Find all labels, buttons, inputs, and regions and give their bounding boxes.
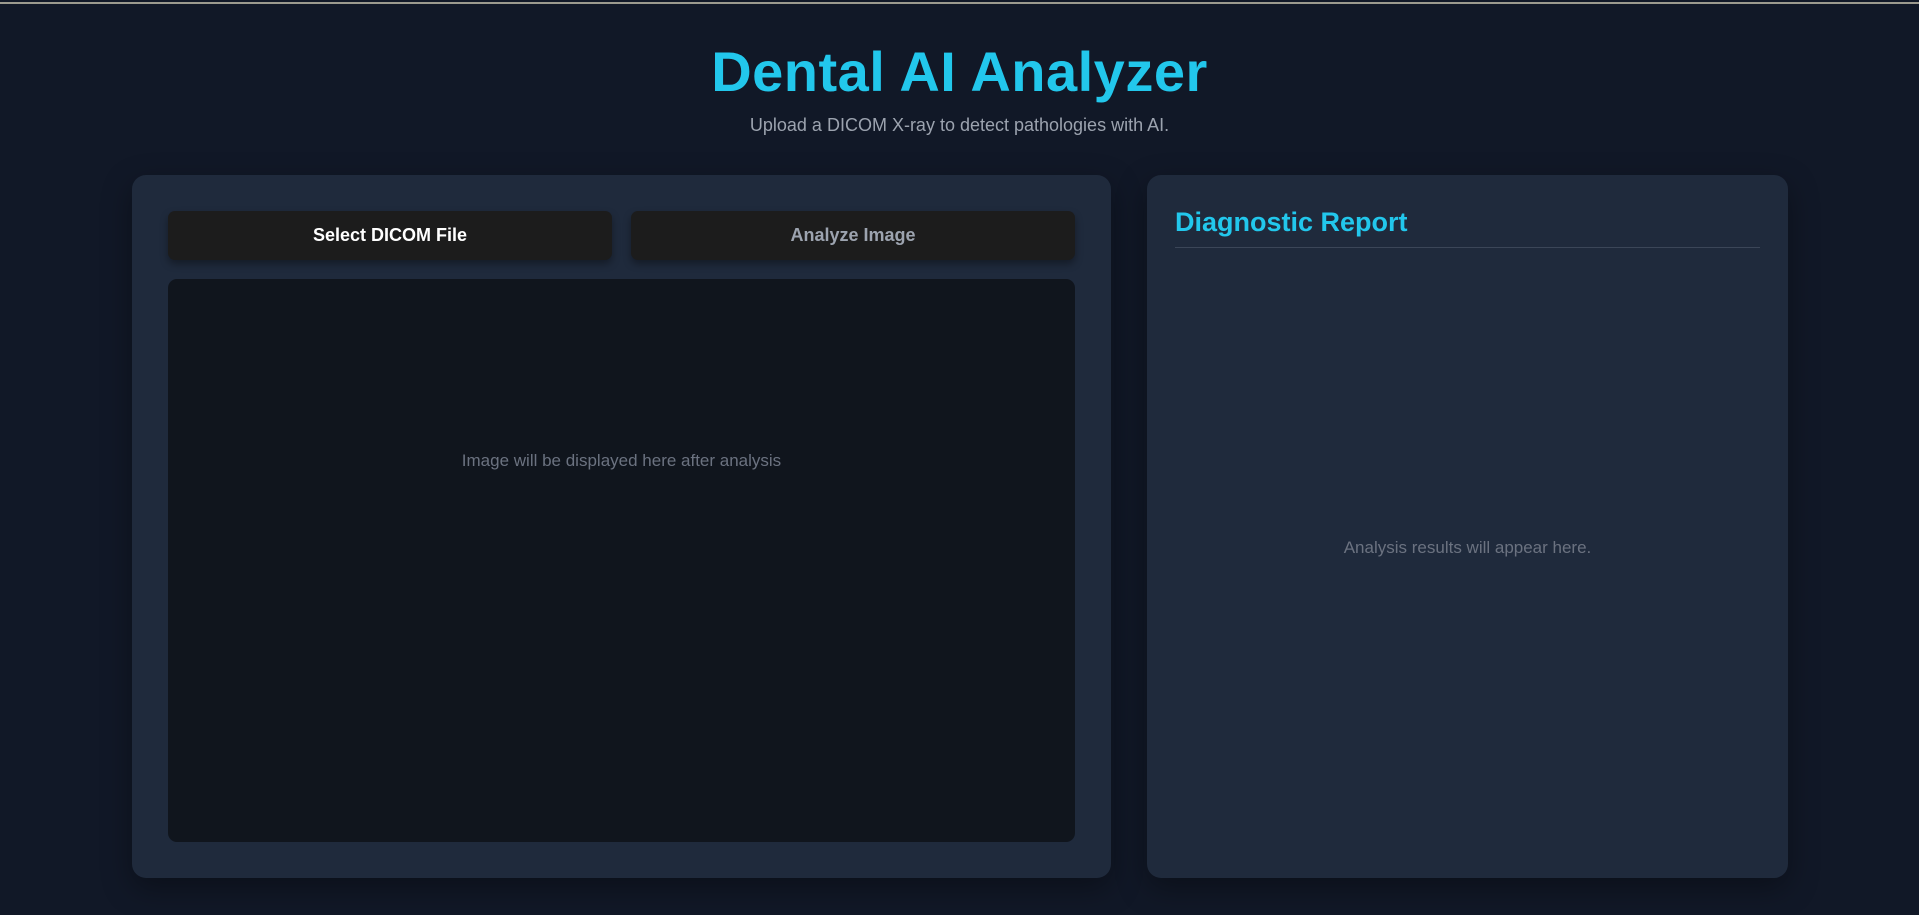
upload-panel: Select DICOM File Analyze Image Image wi… — [132, 175, 1111, 878]
app-title: Dental AI Analyzer — [711, 40, 1208, 103]
select-dicom-file-button[interactable]: Select DICOM File — [168, 211, 612, 260]
window-top-border — [0, 2, 1919, 4]
image-display-area: Image will be displayed here after analy… — [168, 279, 1075, 842]
report-divider — [1175, 247, 1760, 248]
analyze-image-button[interactable]: Analyze Image — [631, 211, 1075, 260]
report-panel: Diagnostic Report Analysis results will … — [1147, 175, 1788, 878]
report-placeholder-text: Analysis results will appear here. — [1343, 538, 1592, 557]
report-title: Diagnostic Report — [1175, 207, 1408, 237]
app-header: Dental AI Analyzer Upload a DICOM X-ray … — [0, 38, 1919, 136]
app-subtitle: Upload a DICOM X-ray to detect pathologi… — [749, 115, 1170, 135]
image-placeholder-text: Image will be displayed here after analy… — [461, 451, 782, 470]
